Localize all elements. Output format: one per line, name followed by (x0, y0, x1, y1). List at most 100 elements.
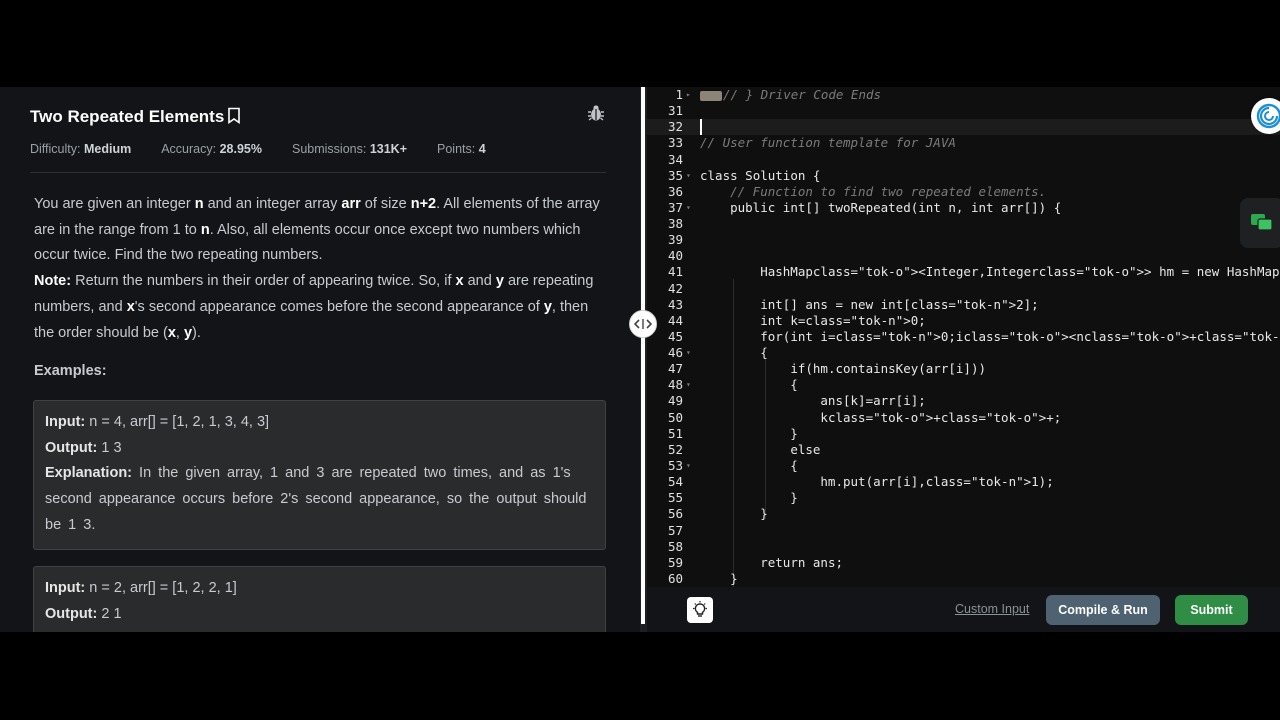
bookmark-icon[interactable] (227, 107, 241, 129)
bug-icon[interactable] (587, 104, 605, 127)
code-line[interactable]: 31 (647, 103, 1280, 119)
editor-action-bar: Custom Input Compile & Run Submit (647, 587, 1280, 632)
submit-button[interactable]: Submit (1175, 595, 1248, 625)
code-line[interactable]: 55 } (647, 490, 1280, 506)
fold-toggle-icon[interactable]: ▾ (686, 458, 691, 474)
code-text: else (790, 441, 821, 457)
line-number: 57 (667, 522, 683, 538)
code-line[interactable]: 57 (647, 523, 1280, 539)
line-number: 31 (667, 103, 683, 119)
pane-splitter[interactable] (629, 87, 657, 632)
code-line[interactable]: 41 HashMapclass="tok-o"><Integer,Integer… (647, 264, 1280, 280)
problem-title: Two Repeated Elements (30, 107, 225, 126)
line-number: 58 (667, 538, 683, 554)
line-number: 1 (675, 87, 683, 102)
code-text: hm.put(arr[i],class="tok-n">1); (700, 474, 1054, 490)
code-text: int k=class="tok-n">0; (760, 312, 926, 328)
code-line[interactable]: 42 (647, 281, 1280, 297)
code-editor[interactable]: 1 ▸ // } Driver Code Ends 31 32 33 // User fun… (647, 87, 1280, 587)
line-number: 35 (667, 167, 683, 183)
code-line[interactable]: 59 return ans; (647, 555, 1280, 571)
fold-toggle-icon[interactable]: ▸ (686, 87, 691, 103)
line-number: 50 (667, 409, 683, 425)
problem-pane: Two Repeated Elements Difficulty: Medium… (0, 87, 640, 632)
code-line[interactable]: 52 else (647, 442, 1280, 458)
fold-toggle-icon[interactable]: ▾ (686, 377, 691, 393)
code-line[interactable]: 44 int k=class="tok-n">0; (647, 313, 1280, 329)
code-line[interactable]: 33 // User function template for JAVA (647, 135, 1280, 151)
code-line[interactable]: 40 (647, 248, 1280, 264)
chat-icon[interactable] (1240, 198, 1280, 248)
code-text: for(int i=class="tok-n">0;iclass="tok-o"… (760, 328, 1280, 344)
lightbulb-icon[interactable] (687, 597, 713, 623)
line-number: 53 (667, 457, 683, 473)
code-line[interactable]: 32 (647, 119, 1280, 136)
fold-toggle-icon[interactable]: ▾ (686, 345, 691, 361)
meta-points: Points: 4 (437, 142, 486, 156)
split-handle-icon[interactable] (629, 310, 657, 338)
line-number: 54 (667, 474, 683, 490)
meta-difficulty: Difficulty: Medium (30, 142, 132, 156)
line-number: 39 (667, 232, 683, 248)
note-label: Note: (34, 273, 72, 290)
code-line[interactable]: 34 (647, 152, 1280, 168)
editor-pane: 1 ▸ // } Driver Code Ends 31 32 33 // User fun… (647, 87, 1280, 632)
meta-accuracy: Accuracy: 28.95% (161, 142, 262, 156)
code-text: public int[] twoRepeated(int n, int arr[… (730, 199, 1062, 215)
code-line[interactable]: 36 // Function to find two repeated elem… (647, 184, 1280, 200)
line-number: 38 (667, 216, 683, 232)
code-text: if(hm.containsKey(arr[i])) (790, 361, 986, 377)
line-number: 41 (667, 264, 683, 280)
line-number: 55 (667, 490, 683, 506)
line-number: 48 (667, 377, 683, 393)
code-text: { (700, 345, 768, 361)
line-number: 37 (667, 199, 683, 215)
line-number: 42 (667, 280, 683, 296)
code-text: ans[k]=arr[i]; (700, 393, 926, 409)
spiral-logo-icon[interactable] (1251, 98, 1280, 134)
line-number: 34 (667, 151, 683, 167)
line-number: 36 (667, 183, 683, 199)
code-line[interactable]: 48 ▾ { (647, 377, 1280, 393)
fold-toggle-icon[interactable]: ▾ (686, 168, 691, 184)
folded-region-marker[interactable] (700, 90, 722, 101)
code-line[interactable]: 49 ans[k]=arr[i]; (647, 393, 1280, 409)
divider (30, 172, 606, 173)
code-line[interactable]: 37 ▾ public int[] twoRepeated(int n, int … (647, 200, 1280, 216)
code-text: } (700, 506, 768, 522)
code-line[interactable]: 60 } (647, 571, 1280, 587)
code-line[interactable]: 50 kclass="tok-o">+class="tok-o">+; (647, 410, 1280, 426)
code-line[interactable]: 58 (647, 539, 1280, 555)
problem-description: You are given an integer n and an intege… (34, 196, 600, 341)
code-text: { (700, 457, 798, 473)
code-text: return ans; (760, 554, 844, 570)
line-number: 40 (667, 248, 683, 264)
code-text: } (700, 490, 798, 506)
fold-toggle-icon[interactable]: ▾ (686, 200, 691, 216)
line-number: 32 (667, 119, 683, 135)
app: Two Repeated Elements Difficulty: Medium… (0, 87, 1280, 632)
code-line[interactable]: 54 hm.put(arr[i],class="tok-n">1); (647, 474, 1280, 490)
examples-heading: Examples: (34, 363, 107, 379)
meta-submissions: Submissions: 131K+ (291, 142, 407, 156)
line-number: 47 (667, 361, 683, 377)
code-line[interactable]: 38 (647, 216, 1280, 232)
custom-input-link[interactable]: Custom Input (955, 602, 1029, 616)
code-line[interactable]: 51 } (647, 426, 1280, 442)
code-line[interactable]: 43 int[] ans = new int[class="tok-n">2]; (647, 297, 1280, 313)
line-number: 52 (667, 441, 683, 457)
text-cursor (700, 119, 702, 135)
code-line[interactable]: 47 if(hm.containsKey(arr[i])) (647, 361, 1280, 377)
code-line[interactable]: 46 ▾ { (647, 345, 1280, 361)
code-text: int[] ans = new int[class="tok-n">2]; (760, 296, 1039, 312)
code-line[interactable]: 1 ▸ // } Driver Code Ends (647, 87, 1280, 103)
compile-run-button[interactable]: Compile & Run (1046, 595, 1160, 625)
line-number: 49 (667, 393, 683, 409)
code-text: // } Driver Code Ends (700, 87, 881, 103)
code-line[interactable]: 53 ▾ { (647, 458, 1280, 474)
code-line[interactable]: 56 } (647, 506, 1280, 522)
code-line[interactable]: 35 ▾ class Solution { (647, 168, 1280, 184)
code-line[interactable]: 45 for(int i=class="tok-n">0;iclass="tok… (647, 329, 1280, 345)
code-line[interactable]: 39 (647, 232, 1280, 248)
line-number: 46 (667, 345, 683, 361)
